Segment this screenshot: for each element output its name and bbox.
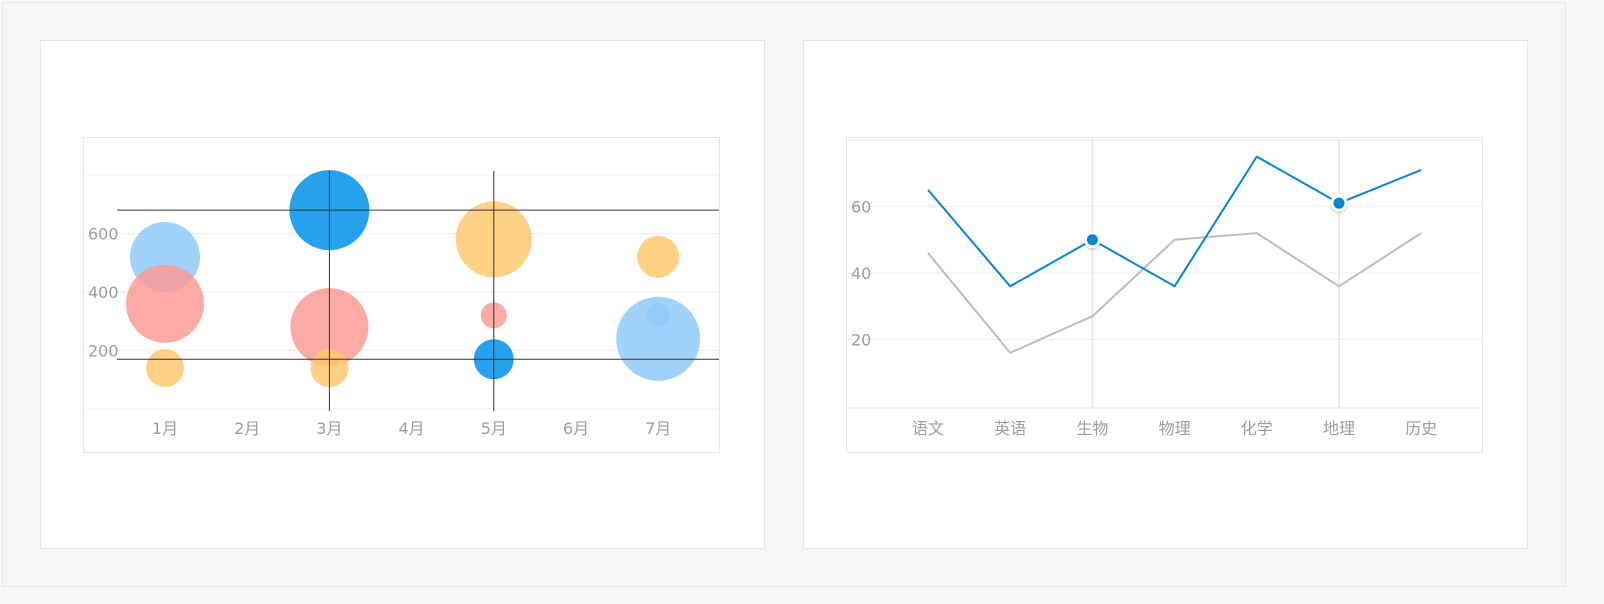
x-tick-label: 5月	[481, 419, 507, 438]
x-tick-label: 2月	[234, 419, 260, 438]
y-tick-label: 200	[88, 342, 119, 361]
x-tick-label: 化学	[1241, 419, 1273, 438]
y-tick-label: 40	[851, 264, 871, 283]
x-tick-label: 3月	[316, 419, 342, 438]
x-tick-label: 7月	[645, 419, 671, 438]
bubble-point	[126, 264, 204, 343]
bubble-point	[146, 349, 184, 388]
x-tick-label: 地理	[1323, 419, 1355, 438]
x-tick-label: 物理	[1159, 419, 1191, 438]
bubble-chart: 200 400 600 1月 2月 3月 4月 5月 6月 7月	[83, 137, 720, 453]
y-tick-label: 20	[851, 331, 871, 350]
x-tick-label: 6月	[563, 419, 589, 438]
highlight-point	[1333, 197, 1345, 209]
x-tick-label: 生物	[1076, 419, 1108, 438]
x-tick-label: 4月	[399, 419, 425, 438]
x-tick-label: 英语	[994, 419, 1026, 438]
x-tick-label: 1月	[152, 419, 178, 438]
x-tick-label: 语文	[912, 419, 944, 438]
bubble-chart-panel: 200 400 600 1月 2月 3月 4月 5月 6月 7月	[40, 40, 765, 549]
x-tick-label: 历史	[1405, 419, 1437, 438]
y-tick-label: 400	[88, 283, 119, 302]
line-chart: 20 40 60 语文 英语 生物 物理 化学 地理 历史	[846, 137, 1483, 453]
bubble-point	[637, 235, 680, 278]
y-tick-label: 60	[851, 198, 871, 217]
line-chart-panel: 20 40 60 语文 英语 生物 物理 化学 地理 历史	[803, 40, 1528, 549]
y-tick-label: 600	[88, 225, 119, 244]
highlight-point	[1086, 234, 1098, 246]
bubble-point	[646, 303, 671, 328]
